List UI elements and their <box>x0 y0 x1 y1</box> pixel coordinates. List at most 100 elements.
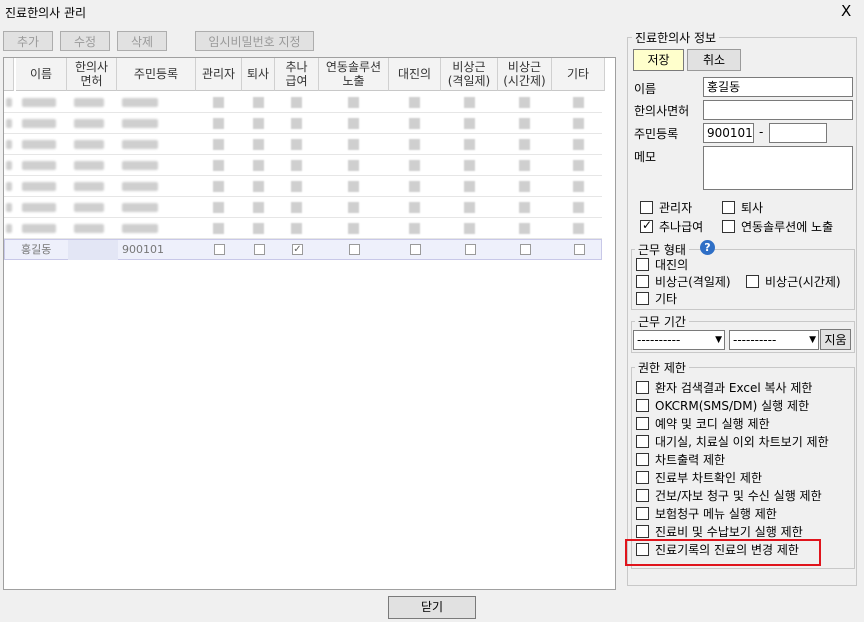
redacted-checkbox <box>572 181 584 192</box>
column-header[interactable]: 퇴사 <box>242 58 275 91</box>
checkbox-icon[interactable] <box>349 244 360 255</box>
permission-checkbox[interactable]: 진료비 및 수납보기 실행 제한 <box>636 523 803 540</box>
redacted-cell <box>74 98 104 107</box>
permission-checkbox[interactable]: 환자 검색결과 Excel 복사 제한 <box>636 379 812 396</box>
chuna-checkbox[interactable]: 추나급여 <box>640 218 703 235</box>
redacted-checkbox <box>213 139 224 150</box>
checkbox-icon <box>636 417 649 430</box>
permission-checkbox[interactable]: 보험청구 메뉴 실행 제한 <box>636 505 777 522</box>
permission-checkbox[interactable]: 대기실, 치료실 이외 차트보기 제한 <box>636 433 829 450</box>
table-row[interactable] <box>4 218 602 239</box>
other-label: 기타 <box>655 292 678 306</box>
parttime-alt-checkbox[interactable]: 비상근(격일제) <box>636 273 731 290</box>
row-marker <box>6 98 12 107</box>
admin-checkbox[interactable]: 관리자 <box>640 199 692 216</box>
table-row[interactable] <box>4 92 602 113</box>
permission-checkbox[interactable]: 건보/자보 청구 및 수신 실행 제한 <box>636 487 822 504</box>
substitute-checkbox[interactable]: 대진의 <box>636 256 688 273</box>
memo-field[interactable] <box>703 146 853 190</box>
table-row[interactable] <box>4 176 602 197</box>
column-header[interactable]: 이름 <box>16 58 67 91</box>
table-row[interactable] <box>4 134 602 155</box>
permission-label: 건보/자보 청구 및 수신 실행 제한 <box>655 489 822 503</box>
row-marker <box>6 182 12 191</box>
permission-checkbox[interactable]: 진료부 차트확인 제한 <box>636 469 762 486</box>
checked-checkbox-icon[interactable]: ✓ <box>292 244 303 255</box>
table-row[interactable] <box>4 113 602 134</box>
doctor-grid[interactable]: 이름 한의사 면허 주민등록 관리자 퇴사 추나 급여 연동솔루션 노출 대진의 비상근 (격일… <box>3 57 616 590</box>
table-row[interactable] <box>4 155 602 176</box>
work-period-title: 근무 기간 <box>635 313 689 330</box>
table-row-selected[interactable]: 홍길동 900101 ✓ <box>4 239 602 260</box>
redacted-cell <box>122 140 158 149</box>
checkbox-icon <box>640 201 653 214</box>
license-field[interactable] <box>703 100 853 120</box>
help-icon[interactable]: ? <box>700 240 715 255</box>
redacted-cell <box>22 98 56 107</box>
parttime-hour-checkbox[interactable]: 비상근(시간제) <box>746 273 841 290</box>
column-header[interactable]: 비상근 (격일제) <box>441 58 498 91</box>
redacted-checkbox <box>519 223 530 234</box>
parttime-hour-label: 비상근(시간제) <box>765 275 841 289</box>
redacted-checkbox <box>291 97 302 108</box>
cancel-button[interactable]: 취소 <box>687 49 741 71</box>
detail-section-title: 진료한의사 정보 <box>632 29 720 46</box>
redacted-checkbox <box>252 97 264 108</box>
permission-checkbox[interactable]: OKCRM(SMS/DM) 실행 제한 <box>636 397 809 414</box>
rrn-back-field[interactable] <box>769 123 827 143</box>
checkbox-icon[interactable] <box>573 244 585 255</box>
column-header[interactable]: 대진의 <box>389 58 441 91</box>
redacted-checkbox <box>291 118 302 129</box>
clear-button[interactable]: 지움 <box>820 329 851 350</box>
redacted-checkbox <box>572 139 584 150</box>
checkbox-icon <box>636 399 649 412</box>
linked-checkbox[interactable]: 연동솔루션에 노출 <box>722 218 833 235</box>
redacted-checkbox <box>463 97 475 108</box>
redacted-cell <box>22 203 56 212</box>
chevron-down-icon[interactable]: ▼ <box>715 331 722 349</box>
column-header[interactable]: 관리자 <box>196 58 242 91</box>
redacted-checkbox <box>213 181 224 192</box>
redacted-checkbox <box>291 160 302 171</box>
redacted-checkbox <box>348 202 359 213</box>
start-date-field[interactable]: ----‐--‐-- ▼ <box>633 330 725 350</box>
name-field[interactable]: 홍길동 <box>703 77 853 97</box>
temp-password-button[interactable]: 임시비밀번호 지정 <box>195 31 314 51</box>
delete-button[interactable]: 삭제 <box>117 31 167 51</box>
redacted-cell <box>122 98 158 107</box>
permission-checkbox[interactable]: 차트출력 제한 <box>636 451 725 468</box>
add-button[interactable]: 추가 <box>3 31 53 51</box>
column-header[interactable]: 주민등록 <box>117 58 196 91</box>
redacted-cell <box>74 119 104 128</box>
retired-checkbox[interactable]: 퇴사 <box>722 199 763 216</box>
checkbox-icon[interactable] <box>410 244 421 255</box>
end-date-field[interactable]: ----‐--‐-- ▼ <box>729 330 819 350</box>
column-header[interactable]: 비상근 (시간제) <box>498 58 552 91</box>
redacted-cell <box>74 161 104 170</box>
redacted-cell <box>22 161 56 170</box>
save-button[interactable]: 저장 <box>633 49 684 71</box>
column-header[interactable]: 기타 <box>552 58 605 91</box>
other-checkbox[interactable]: 기타 <box>636 290 677 307</box>
checkbox-icon[interactable] <box>520 244 531 255</box>
checkbox-icon[interactable] <box>464 244 476 255</box>
window-title: 진료한의사 관리 <box>5 6 87 20</box>
column-header[interactable]: 연동솔루션 노출 <box>319 58 389 91</box>
checkbox-icon[interactable] <box>214 244 225 255</box>
redacted-checkbox <box>519 139 530 150</box>
table-row[interactable] <box>4 197 602 218</box>
checkbox-icon[interactable] <box>253 244 265 255</box>
edit-button[interactable]: 수정 <box>60 31 110 51</box>
column-header[interactable]: 한의사 면허 <box>67 58 117 91</box>
permission-label: 보험청구 메뉴 실행 제한 <box>655 507 777 521</box>
checkbox-icon <box>636 258 649 271</box>
column-header[interactable]: 추나 급여 <box>275 58 319 91</box>
redacted-checkbox <box>463 118 475 129</box>
redacted-checkbox <box>291 181 302 192</box>
permission-label: 차트출력 제한 <box>655 453 726 467</box>
close-icon[interactable]: X <box>841 2 851 20</box>
chevron-down-icon[interactable]: ▼ <box>809 331 816 349</box>
rrn-front-field[interactable]: 900101 <box>703 123 754 143</box>
close-button[interactable]: 닫기 <box>388 596 476 619</box>
permission-checkbox[interactable]: 예약 및 코디 실행 제한 <box>636 415 770 432</box>
